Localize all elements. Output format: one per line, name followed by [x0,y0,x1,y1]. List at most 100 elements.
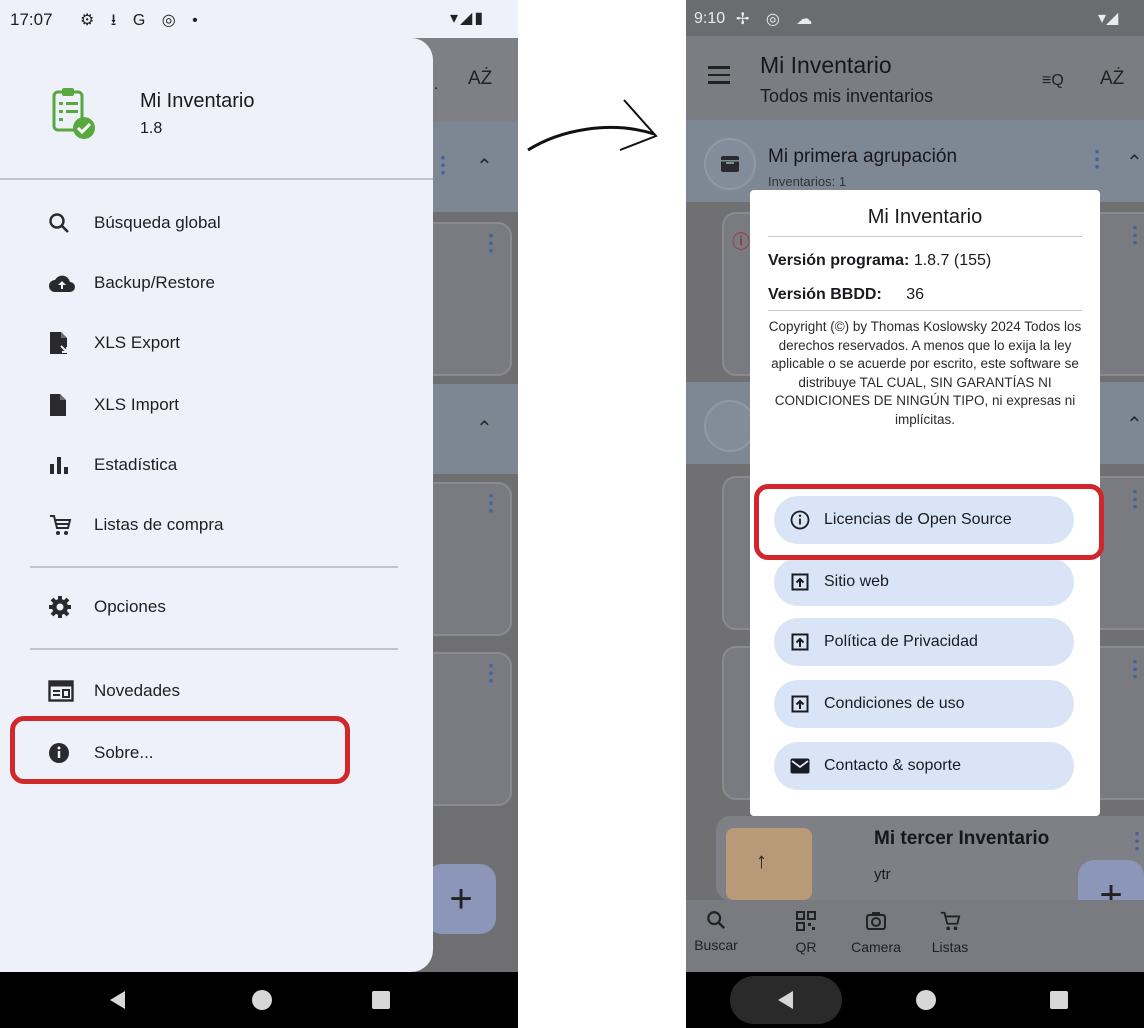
back-icon[interactable] [110,991,125,1009]
app-name: Mi Inventario [140,90,255,112]
menu-icon[interactable] [708,66,730,84]
qr-code-icon [796,911,816,931]
bottom-nav-label: Camera [851,939,901,955]
mail-icon [790,756,810,776]
bottom-nav-label: Buscar [694,937,738,953]
menu-item-xls-export[interactable]: XLS Export [30,320,410,366]
sort-az-label: AŻ [468,68,493,89]
gear-icon [48,594,84,620]
bottom-nav-label: QR [795,939,817,955]
recents-icon[interactable] [1050,991,1068,1009]
contact-support-button[interactable]: Contacto & soporte [774,742,1074,790]
menu-item-novedades[interactable]: Novedades [30,668,410,714]
menu-item-label: Listas de compra [94,515,224,534]
button-label: Contacto & soporte [824,757,961,774]
status-icons: ⚙ ⭳ G ◎ • [80,12,204,29]
home-icon[interactable] [252,990,272,1010]
archive-icon [704,138,756,190]
button-label: Sitio web [824,573,889,590]
bottom-nav-label: Listas [931,939,969,955]
menu-item-backup-restore[interactable]: Backup/Restore [30,260,410,306]
warning-icon: ⓘ [732,232,750,252]
group-title: Mi primera agrupación [768,146,958,167]
menu-item-label: Novedades [94,681,181,700]
background-card: ⋮ [420,652,512,806]
divider [30,566,398,568]
menu-item-busqueda-global[interactable]: Búsqueda global [30,200,410,246]
more-icon[interactable]: ⋮ [1126,828,1144,854]
program-version-label: Versión programa: [768,252,910,269]
status-time: 9:10 [694,10,726,27]
file-icon [48,392,84,418]
collapse-icon: ⌃ [476,156,493,178]
db-version-value: 36 [906,286,925,303]
inventory-thumbnail: ↑ [726,828,812,900]
add-fab-icon: + [426,864,496,934]
status-time: 17:07 [10,10,53,29]
app-bar: Mi Inventario Todos mis inventarios ≡Q A… [686,36,1144,120]
transition-arrow-icon [527,99,658,152]
bottom-nav-listas[interactable]: Listas [920,910,980,955]
collapse-icon[interactable]: ⌃ [1126,150,1143,175]
left-phone-screen: AŻ . ⋮ ⌃ ⋮ ⌃ ⋮ ⋮ + 17:07 ⚙ ⭳ G ◎ • ▾◢▮ M… [0,0,518,1028]
program-version-row: Versión programa: 1.8.7 (155) [768,252,991,270]
db-version-row: Versión BBDD: 36 [768,286,924,304]
collapse-icon: ⌃ [476,418,493,440]
terms-of-use-button[interactable]: Condiciones de uso [774,680,1074,728]
app-logo-icon [52,88,95,139]
privacy-policy-button[interactable]: Política de Privacidad [774,618,1074,666]
menu-item-label: XLS Import [94,395,180,414]
status-icons: ✢ ◎ ☁ [736,11,819,28]
menu-item-listas-de-compra[interactable]: Listas de compra [30,502,410,548]
cloud-upload-icon [48,270,84,296]
right-phone-screen: 9:10 ✢ ◎ ☁ ▾◢ Mi Inventario Todos mis in… [686,0,1144,1028]
filter-search-icon[interactable]: ≡Q [1042,72,1064,90]
open-external-icon [790,632,810,652]
home-icon[interactable] [916,990,936,1010]
status-bar: 17:07 ⚙ ⭳ G ◎ • ▾◢▮ [0,0,518,38]
bottom-navigation: Buscar QR Camera Listas [686,900,1144,972]
collapse-icon[interactable]: ⌃ [1126,412,1143,437]
menu-item-opciones[interactable]: Opciones [30,584,410,630]
button-label: Condiciones de uso [824,695,965,712]
dialog-title: Mi Inventario [867,206,983,228]
more-icon: ⋮ [480,660,502,685]
sort-az-button[interactable]: AŻ [1100,68,1124,90]
open-external-icon [790,572,810,592]
background-card: ⋮ [420,482,512,636]
highlight-box-licenses [754,484,1104,560]
inventory-subtitle: ytr [874,866,891,883]
divider [30,648,398,650]
more-icon[interactable]: ⋮ [1124,222,1144,248]
bottom-nav-qr[interactable]: QR [776,910,836,955]
more-icon: ⋮ [480,490,502,515]
background-card: ⋮ [420,222,512,376]
navigation-drawer: Mi Inventario 1.8 Búsqueda global Backup… [0,38,433,972]
recents-icon[interactable] [372,991,390,1009]
more-icon[interactable]: ⋮ [1124,486,1144,512]
more-icon[interactable]: ⋮ [1086,146,1108,172]
status-signal-battery: ▾◢▮ [450,10,486,27]
archive-icon [704,400,756,452]
app-title: Mi Inventario [760,52,892,78]
menu-item-label: Búsqueda global [94,213,221,232]
more-icon: ⋮ [480,230,502,255]
divider [768,310,1082,311]
bottom-nav-buscar[interactable]: Buscar [686,910,746,953]
appbar-partial-glyph: . [434,76,439,93]
website-button[interactable]: Sitio web [774,558,1074,606]
system-navigation-bar [686,972,1144,1028]
inventory-title: Mi tercer Inventario [874,828,1050,849]
news-icon [48,678,84,704]
back-icon[interactable] [778,991,793,1009]
menu-item-estadistica[interactable]: Estadística [30,442,410,488]
file-export-icon [48,330,84,356]
menu-item-label: Estadística [94,455,178,474]
menu-item-label: Backup/Restore [94,273,215,292]
bottom-nav-camera[interactable]: Camera [846,910,906,955]
copyright-text: Copyright (©) by Thomas Koslowsky 2024 T… [768,319,1082,427]
menu-item-xls-import[interactable]: XLS Import [30,382,410,428]
more-icon[interactable]: ⋮ [1124,656,1144,682]
camera-icon [866,912,886,930]
app-subtitle: Todos mis inventarios [760,86,934,106]
